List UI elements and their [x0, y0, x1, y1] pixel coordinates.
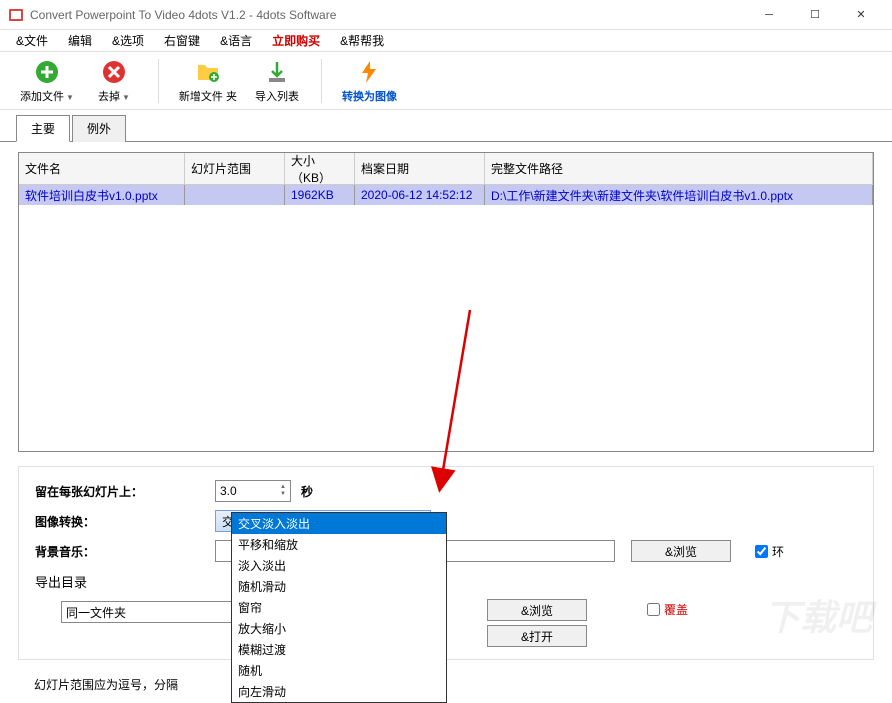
cell-filename: 软件培训白皮书v1.0.pptx: [19, 185, 185, 205]
open-button[interactable]: &打开: [487, 625, 587, 647]
col-date[interactable]: 档案日期: [355, 153, 485, 184]
loop-checkbox-input[interactable]: [755, 545, 768, 558]
convert-image-label: 转换为图像: [342, 88, 397, 104]
col-slide-range[interactable]: 幻灯片范围: [185, 153, 285, 184]
maximize-button[interactable]: ☐: [792, 0, 838, 30]
tab-exception[interactable]: 例外: [72, 115, 126, 142]
cell-size: 1962KB: [285, 185, 355, 205]
dropdown-option[interactable]: 随机滑动: [232, 576, 446, 597]
transition-dropdown-list: 交叉淡入淡出 平移和缩放 淡入淡出 随机滑动 窗帘 放大缩小 模糊过渡 随机 向…: [231, 512, 447, 703]
add-folder-label: 新增文件 夹: [179, 88, 237, 104]
cell-date: 2020-06-12 14:52:12: [355, 185, 485, 205]
add-file-button[interactable]: 添加文件▼: [16, 55, 78, 106]
add-folder-button[interactable]: 新增文件 夹: [175, 55, 241, 106]
export-dir-label: 导出目录: [35, 572, 215, 591]
dropdown-arrow-icon: ▼: [66, 93, 74, 102]
browse-folder-button[interactable]: &浏览: [487, 599, 587, 621]
loop-label: 环: [772, 543, 784, 560]
file-row[interactable]: 软件培训白皮书v1.0.pptx 1962KB 2020-06-12 14:52…: [19, 185, 873, 205]
import-list-label: 导入列表: [255, 88, 299, 104]
toolbar: 添加文件▼ 去掉▼ 新增文件 夹 导入列表 转换为图像: [0, 52, 892, 110]
dropdown-option[interactable]: 放大缩小: [232, 618, 446, 639]
file-list: 文件名 幻灯片范围 大小（KB） 档案日期 完整文件路径 软件培训白皮书v1.0…: [18, 152, 874, 452]
menu-window[interactable]: 右窗键: [156, 30, 208, 51]
remove-icon: [99, 57, 129, 87]
dropdown-option[interactable]: 淡入淡出: [232, 555, 446, 576]
dropdown-option[interactable]: 向左滑动: [232, 681, 446, 702]
stay-label: 留在每张幻灯片上：: [35, 483, 215, 500]
menu-file[interactable]: &文件: [8, 30, 56, 51]
minimize-button[interactable]: ─: [746, 0, 792, 30]
menu-language[interactable]: &语言: [212, 30, 260, 51]
stay-duration-input[interactable]: 3.0 ▲▼: [215, 480, 291, 502]
separator: [321, 59, 322, 103]
titlebar: Convert Powerpoint To Video 4dots V1.2 -…: [0, 0, 892, 30]
app-icon: [8, 7, 24, 23]
overwrite-checkbox[interactable]: 覆盖: [647, 601, 688, 618]
separator: [158, 59, 159, 103]
dropdown-arrow-icon: ▼: [122, 93, 130, 102]
browse-music-button[interactable]: &浏览: [631, 540, 731, 562]
cell-range: [185, 185, 285, 205]
stay-unit: 秒: [301, 483, 313, 500]
menu-options[interactable]: &选项: [104, 30, 152, 51]
import-list-button[interactable]: 导入列表: [249, 55, 305, 106]
menu-edit[interactable]: 编辑: [60, 30, 100, 51]
overwrite-label: 覆盖: [664, 601, 688, 618]
music-label: 背景音乐：: [35, 543, 215, 560]
col-path[interactable]: 完整文件路径: [485, 153, 873, 184]
tabs: 主要 例外: [0, 114, 892, 142]
menu-buy[interactable]: 立即购买: [264, 30, 328, 51]
dropdown-option[interactable]: 交叉淡入淡出: [232, 513, 446, 534]
menubar: &文件 编辑 &选项 右窗键 &语言 立即购买 &帮帮我: [0, 30, 892, 52]
tab-main[interactable]: 主要: [16, 115, 70, 142]
menu-help[interactable]: &帮帮我: [332, 30, 392, 51]
loop-checkbox[interactable]: 环: [755, 543, 784, 560]
export-folder-value: 同一文件夹: [66, 604, 126, 621]
remove-button[interactable]: 去掉▼: [86, 55, 142, 106]
dropdown-option[interactable]: 模糊过渡: [232, 639, 446, 660]
dropdown-option[interactable]: 窗帘: [232, 597, 446, 618]
col-size[interactable]: 大小（KB）: [285, 153, 355, 184]
col-filename[interactable]: 文件名: [19, 153, 185, 184]
lightning-icon: [354, 57, 384, 87]
import-icon: [262, 57, 292, 87]
stay-value: 3.0: [220, 484, 237, 498]
cell-path: D:\工作\新建文件夹\新建文件夹\软件培训白皮书v1.0.pptx: [485, 185, 873, 205]
dropdown-option[interactable]: 随机: [232, 660, 446, 681]
transition-label: 图像转换：: [35, 513, 215, 530]
window-title: Convert Powerpoint To Video 4dots V1.2 -…: [30, 8, 746, 22]
folder-add-icon: [193, 57, 223, 87]
overwrite-checkbox-input[interactable]: [647, 603, 660, 616]
file-list-header: 文件名 幻灯片范围 大小（KB） 档案日期 完整文件路径: [19, 153, 873, 185]
dropdown-option[interactable]: 平移和缩放: [232, 534, 446, 555]
close-button[interactable]: ✕: [838, 0, 884, 30]
add-icon: [32, 57, 62, 87]
add-file-label: 添加文件: [20, 91, 64, 103]
spinner-down-icon[interactable]: ▼: [280, 491, 286, 498]
remove-label: 去掉: [98, 91, 120, 103]
spinner-up-icon[interactable]: ▲: [280, 484, 286, 491]
convert-image-button[interactable]: 转换为图像: [338, 55, 401, 106]
